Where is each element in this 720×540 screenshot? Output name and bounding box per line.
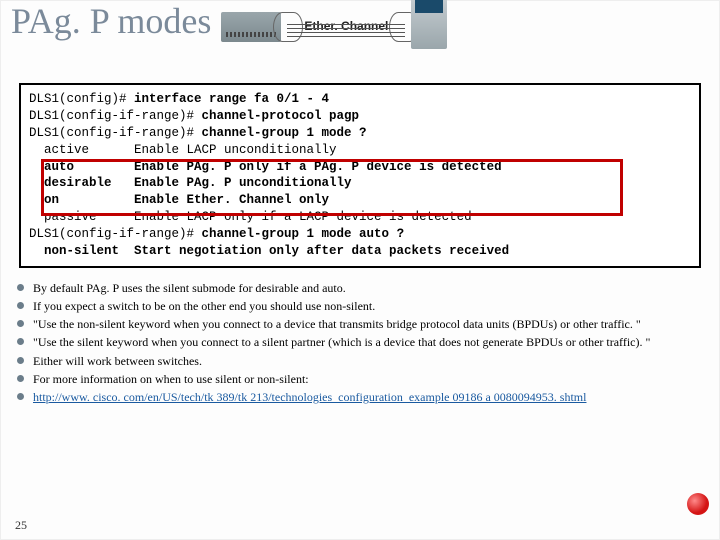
cli-cmd: channel-group 1 mode ?: [202, 126, 367, 140]
cli-cmd: channel-protocol pagp: [202, 109, 360, 123]
reference-link[interactable]: http://www. cisco. com/en/US/tech/tk 389…: [33, 390, 586, 404]
cli-line: desirable Enable PAg. P unconditionally: [29, 176, 352, 190]
list-item: For more information on when to use sile…: [11, 371, 695, 387]
cli-line: DLS1(config-if-range)#: [29, 109, 202, 123]
list-text: "Use the silent keyword when you connect…: [33, 335, 650, 349]
list-item: http://www. cisco. com/en/US/tech/tk 389…: [11, 389, 695, 405]
page-title: PAg. P modes: [11, 1, 211, 39]
list-item: Either will work between switches.: [11, 353, 695, 369]
cli-line: DLS1(config)#: [29, 92, 134, 106]
cli-line: on Enable Ether. Channel only: [29, 193, 329, 207]
list-item: "Use the silent keyword when you connect…: [11, 334, 695, 350]
list-text: "Use the non-silent keyword when you con…: [33, 317, 641, 331]
page-number: 25: [15, 518, 27, 533]
etherchannel-diagram: Ether. Channel: [221, 1, 447, 49]
cli-output: DLS1(config)# interface range fa 0/1 - 4…: [19, 83, 701, 268]
cli-line: active Enable LACP unconditionally: [29, 143, 337, 157]
list-item: By default PAg. P uses the silent submod…: [11, 280, 695, 296]
list-text: Either will work between switches.: [33, 354, 202, 368]
cli-line: DLS1(config-if-range)#: [29, 126, 202, 140]
list-item: If you expect a switch to be on the othe…: [11, 298, 695, 314]
list-text: For more information on when to use sile…: [33, 372, 309, 386]
server-icon: [411, 0, 447, 49]
cli-line: passive Enable LACP only if a LACP devic…: [29, 210, 472, 224]
list-text: If you expect a switch to be on the othe…: [33, 299, 375, 313]
cables-icon: [287, 24, 405, 37]
cli-line: non-silent Start negotiation only after …: [29, 244, 509, 258]
list-item: "Use the non-silent keyword when you con…: [11, 316, 695, 332]
cli-line: auto Enable PAg. P only if a PAg. P devi…: [29, 160, 502, 174]
notes-list: By default PAg. P uses the silent submod…: [1, 276, 719, 405]
header-row: PAg. P modes Ether. Channel: [1, 1, 719, 71]
cli-line: DLS1(config-if-range)#: [29, 227, 202, 241]
list-text: By default PAg. P uses the silent submod…: [33, 281, 346, 295]
link-bundle: Ether. Channel: [281, 12, 411, 42]
cli-cmd: interface range fa 0/1 - 4: [134, 92, 329, 106]
cli-cmd: channel-group 1 mode auto ?: [202, 227, 405, 241]
switch-left-icon: [221, 12, 281, 42]
decorative-sphere-icon: [687, 493, 709, 515]
